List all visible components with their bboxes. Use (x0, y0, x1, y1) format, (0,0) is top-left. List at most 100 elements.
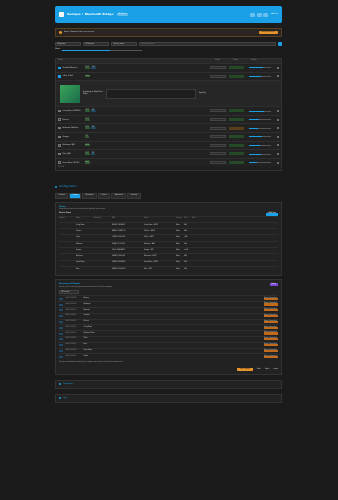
repair-connection-button[interactable]: Repair Connection (264, 332, 278, 335)
status-select[interactable]: All devices (83, 42, 109, 46)
view-toggle[interactable] (278, 42, 282, 46)
history-time: 06-05 12:53:10 (65, 338, 77, 340)
volume-slider[interactable] (249, 119, 271, 120)
notifications-button[interactable] (256, 12, 262, 17)
source-select[interactable] (210, 152, 226, 156)
device-row[interactable]: Guest Room (BOSE) A2DP (56, 157, 281, 167)
volume-slider[interactable] (249, 136, 271, 138)
device-row[interactable]: Bedroom (AirPods) A2DP AAC (56, 123, 281, 132)
volume-slider[interactable] (249, 110, 271, 112)
search-input[interactable]: Search devices... (139, 42, 276, 46)
repair-connection-button[interactable]: Repair Connection (264, 344, 278, 347)
volume-slider[interactable] (249, 67, 271, 69)
volume-slider[interactable] (249, 75, 271, 77)
row-checkbox[interactable] (58, 126, 61, 130)
volume-slider[interactable] (249, 153, 271, 155)
volume-fill (249, 153, 262, 155)
source-select[interactable] (210, 118, 226, 122)
device-row[interactable]: Patio (JBL) A2DP SBC (56, 149, 281, 158)
repair-connection-button[interactable]: Repair Connection (264, 338, 278, 341)
level-badge (59, 338, 63, 341)
event-filter[interactable]: All events (59, 290, 79, 295)
more-icon[interactable] (277, 66, 279, 69)
volume-slider[interactable] (249, 127, 271, 129)
repair-connection-button[interactable]: Repair Connection (264, 326, 278, 329)
more-icon[interactable] (277, 75, 279, 78)
tab-zones[interactable]: Zones (69, 193, 82, 199)
source-select[interactable] (210, 126, 226, 130)
settings-button[interactable] (263, 12, 269, 17)
device-row[interactable]: Office & Hall Group (56, 71, 281, 81)
codec-badge: A2DP (84, 118, 90, 121)
repair-connection-button[interactable]: Repair Connection (264, 315, 278, 318)
group-select[interactable]: All groups (55, 42, 81, 46)
more-icon[interactable] (277, 135, 279, 138)
configuration-title: Configuration (59, 185, 77, 189)
history-action: Battery (83, 297, 89, 299)
device-row[interactable]: Living Room (HD800) A2DP AAC (56, 106, 281, 115)
user-menu[interactable]: admin ▾ (271, 13, 278, 15)
row-checkbox[interactable] (58, 109, 61, 113)
row-checkbox[interactable] (58, 152, 61, 156)
zone-gain: 0dB (184, 262, 187, 264)
sort-select[interactable]: Sort by name (111, 42, 137, 46)
repair-connection-button[interactable]: Repair Connection (264, 320, 278, 324)
zones-title: Zones (59, 205, 66, 208)
zone-mac: 84:2B:2C:E0:BA:13 (112, 224, 126, 226)
more-icon[interactable] (277, 152, 279, 155)
tab-advanced[interactable]: Advanced (111, 193, 127, 199)
more-icon[interactable] (277, 161, 279, 164)
row-checkbox[interactable] (58, 161, 61, 164)
player-controls[interactable] (105, 88, 196, 99)
source-select[interactable] (210, 66, 226, 70)
more-icon[interactable] (277, 144, 279, 147)
zone-name: Office (76, 237, 81, 239)
status-badge (229, 74, 244, 78)
repair-connection-button[interactable]: Repair Connection (264, 309, 278, 312)
row-checkbox[interactable] (58, 144, 61, 147)
device-row[interactable]: Kitchen A2DP (56, 114, 281, 124)
source-select[interactable] (210, 143, 226, 147)
app-title: Sonique • Bluetooth Bridge (67, 11, 114, 16)
reset-button[interactable]: Reset (257, 369, 261, 371)
level-badge (59, 349, 63, 352)
import-button[interactable]: Import (273, 369, 278, 371)
tab-bluetooth[interactable]: Bluetooth (82, 193, 97, 199)
more-icon[interactable] (277, 127, 279, 130)
row-checkbox[interactable] (58, 66, 61, 70)
master-track[interactable] (62, 49, 143, 51)
device-row[interactable]: Garage SBC (56, 131, 281, 141)
device-row[interactable]: Bathroom (JBL) A2DP (56, 140, 281, 150)
refresh-button[interactable] (250, 12, 256, 17)
row-checkbox[interactable] (58, 135, 61, 139)
source-select[interactable] (210, 161, 226, 165)
source-select[interactable] (210, 74, 226, 78)
logs-section[interactable]: Logs (55, 393, 282, 403)
repair-button[interactable]: Repair (269, 283, 278, 286)
tab-general[interactable]: General (55, 193, 69, 199)
add-zone-button[interactable]: + Add Zone (265, 212, 278, 216)
master-volume[interactable]: Master (55, 48, 282, 52)
source-select[interactable] (210, 135, 226, 139)
device-row[interactable]: Studio A Monitors A2DP LDAC (56, 63, 281, 72)
repair-connection-button[interactable]: Repair Connection (264, 355, 278, 358)
volume-slider[interactable] (249, 162, 271, 163)
source-select[interactable] (210, 109, 226, 113)
repair-connection-button[interactable]: Repair Connection (264, 297, 278, 300)
row-checkbox[interactable] (58, 118, 61, 121)
codec-badge: A2DP (84, 152, 90, 156)
more-icon[interactable] (277, 118, 279, 121)
export-button[interactable]: Export (265, 369, 270, 371)
save-changes-button[interactable]: Save Changes (237, 367, 253, 371)
repair-connection-button[interactable]: Repair Connection (264, 303, 278, 306)
tab-source[interactable]: Source (97, 193, 111, 199)
row-checkbox[interactable] (58, 75, 61, 78)
diagnostics-section[interactable]: Diagnostics (55, 379, 282, 389)
volume-slider[interactable] (249, 144, 271, 146)
more-icon[interactable] (277, 109, 279, 112)
zone-source: Office • A2DP (144, 237, 154, 239)
repair-connection-button[interactable]: Repair Connection (264, 349, 278, 353)
tab-security[interactable]: Security (127, 193, 141, 199)
assign-receivers-button[interactable]: Assign Receivers (258, 30, 278, 35)
configuration-header[interactable]: Configuration (55, 185, 282, 188)
